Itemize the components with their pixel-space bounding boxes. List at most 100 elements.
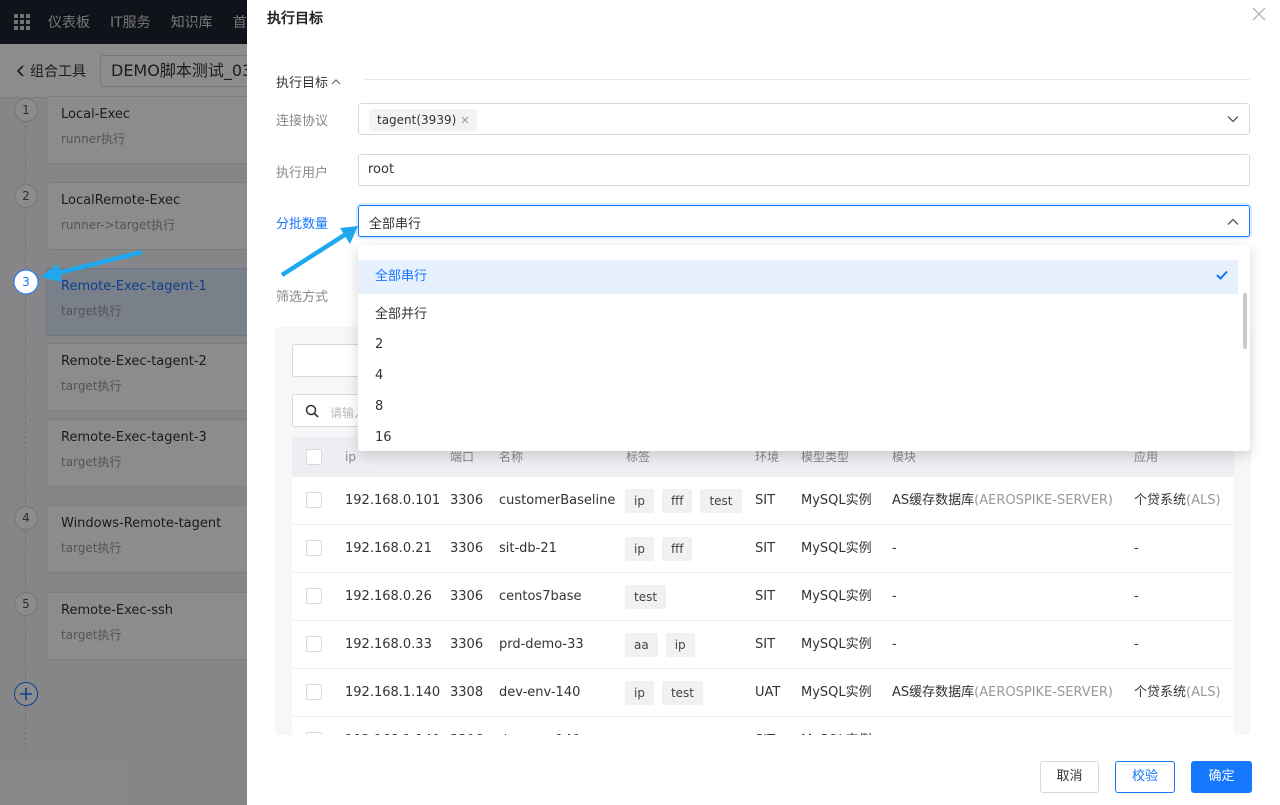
confirm-button[interactable]: 确定: [1191, 761, 1252, 793]
cell-port: 3306: [450, 717, 483, 735]
batch-label: 分批数量: [276, 217, 329, 232]
target-table: ip 端口 名称 标签 环境 模型类型 模块 应用 192.168.0.101 3…: [292, 437, 1234, 735]
protocol-tag: tagent(3939): [369, 109, 478, 131]
cell-name: customerBaseline: [499, 493, 616, 508]
app-name: -: [1134, 541, 1139, 556]
dropdown-option-4[interactable]: 4: [358, 368, 1238, 383]
cell-app: -: [1134, 621, 1139, 669]
section-divider: [365, 79, 1250, 80]
cell-tags: ip fff: [625, 537, 700, 561]
cell-name: dev-env-140: [499, 685, 581, 700]
app-name: 个贷系统: [1134, 493, 1187, 508]
cell-tags: test: [625, 585, 674, 609]
cell-env: SIT: [755, 717, 775, 735]
cell-module: -: [892, 525, 897, 573]
section-title: 执行目标: [276, 76, 329, 91]
tag-chip: ip: [665, 633, 695, 657]
cell-module: AS缓存数据库(AEROSPIKE-SERVER): [892, 669, 1113, 717]
section-header[interactable]: 执行目标: [276, 72, 341, 91]
cell-tags: aa ip: [625, 633, 703, 657]
cell-env: SIT: [755, 637, 776, 652]
filter-select[interactable]: [292, 344, 362, 377]
dropdown-option-serial[interactable]: 全部串行: [358, 260, 1238, 294]
module-code: (AEROSPIKE-SERVER): [974, 685, 1113, 700]
app-name: 个贷系统: [1134, 685, 1187, 700]
dropdown-option-parallel[interactable]: 全部并行: [358, 303, 1238, 322]
app-code: (ALS): [1186, 685, 1221, 700]
table-row[interactable]: 192.168.0.26 3306 centos7base test SIT MySQL实…: [292, 573, 1234, 621]
col-ip[interactable]: ip: [345, 437, 356, 477]
row-checkbox[interactable]: [306, 540, 322, 556]
filter-label: 筛选方式: [276, 290, 329, 305]
row-checkbox[interactable]: [306, 492, 322, 508]
dropdown-option-2[interactable]: 2: [358, 337, 1238, 352]
protocol-tag-label: tagent(3939): [377, 113, 457, 127]
cell-tags: ip fff test: [625, 489, 750, 513]
cell-type: MySQL实例: [801, 717, 872, 735]
cell-type: MySQL实例: [801, 541, 872, 556]
batch-dropdown: 全部串行 全部并行 2 4 8 16: [358, 245, 1250, 451]
tag-remove-icon[interactable]: [461, 116, 469, 124]
cancel-button[interactable]: 取消: [1040, 761, 1099, 793]
cell-type: MySQL实例: [801, 493, 872, 508]
drawer-title: 执行目标: [267, 11, 323, 27]
user-label: 执行用户: [276, 166, 329, 181]
cell-env: SIT: [755, 589, 776, 604]
table-row[interactable]: 192.168.0.101 3306 customerBaseline ip fff te…: [292, 477, 1234, 525]
dropdown-scrollbar[interactable]: [1243, 293, 1247, 349]
cell-port: 3306: [450, 589, 484, 604]
cell-port: 3306: [450, 637, 484, 652]
row-checkbox[interactable]: [306, 588, 322, 604]
cell-type: MySQL实例: [801, 589, 872, 604]
cell-port: 3306: [450, 541, 484, 556]
select-all-checkbox[interactable]: [306, 449, 322, 465]
row-checkbox[interactable]: [306, 732, 322, 735]
cell-port: 3306: [450, 493, 484, 508]
cell-app: 个贷系统(ALS): [1134, 669, 1221, 717]
module-name: -: [892, 637, 897, 652]
user-value: root: [368, 162, 395, 177]
table-row[interactable]: 192.168.1.140 3306 dev-env-140 SIT MySQL实例: [292, 717, 1234, 735]
app-code: (ALS): [1186, 493, 1221, 508]
app-name: -: [1134, 589, 1139, 604]
dropdown-option-16[interactable]: 16: [358, 430, 1238, 445]
search-input[interactable]: 请输入: [292, 394, 362, 427]
app-name: -: [1134, 637, 1139, 652]
tag-chip: ip: [625, 537, 654, 561]
cell-module: AS缓存数据库(AEROSPIKE-SERVER): [892, 477, 1113, 525]
tag-chip: fff: [661, 489, 693, 513]
check-icon: [1216, 270, 1228, 280]
chevron-down-icon: [1227, 116, 1239, 123]
close-icon[interactable]: [1252, 7, 1266, 21]
table-body: 192.168.0.101 3306 customerBaseline ip fff te…: [292, 477, 1234, 735]
cell-ip: 192.168.0.101: [345, 493, 441, 508]
protocol-label: 连接协议: [276, 114, 329, 129]
batch-value: 全部串行: [369, 217, 422, 232]
chevron-up-icon: [331, 78, 341, 84]
cell-ip: 192.168.0.26: [345, 589, 432, 604]
dropdown-option-8[interactable]: 8: [358, 399, 1238, 414]
user-input[interactable]: root: [358, 154, 1250, 186]
batch-select[interactable]: 全部串行: [358, 205, 1250, 237]
cell-ip: 192.168.0.33: [345, 637, 432, 652]
cell-app: 个贷系统(ALS): [1134, 477, 1221, 525]
table-row[interactable]: 192.168.0.33 3306 prd-demo-33 aa ip SIT MySQL实…: [292, 621, 1234, 669]
cell-type: MySQL实例: [801, 637, 872, 652]
tag-chip: test: [661, 681, 703, 705]
row-checkbox[interactable]: [306, 684, 322, 700]
row-checkbox[interactable]: [306, 636, 322, 652]
cell-ip: 192.168.0.21: [345, 541, 432, 556]
tag-chip: fff: [661, 537, 693, 561]
tag-chip: ip: [625, 489, 654, 513]
table-row[interactable]: 192.168.0.21 3306 sit-db-21 ip fff SIT MySQL实例…: [292, 525, 1234, 573]
verify-button[interactable]: 校验: [1115, 761, 1175, 793]
protocol-select[interactable]: tagent(3939): [358, 103, 1250, 135]
cell-app: -: [1134, 525, 1139, 573]
execution-target-drawer: 执行目标 执行目标 连接协议 tagent(3939) 执行用户 root 分批…: [247, 0, 1280, 805]
tag-chip: test: [700, 489, 742, 513]
module-name: -: [892, 541, 897, 556]
module-name: AS缓存数据库: [892, 685, 975, 700]
cell-port: 3308: [450, 685, 484, 700]
cell-tags: ip test: [625, 681, 711, 705]
table-row[interactable]: 192.168.1.140 3308 dev-env-140 ip test UAT MyS…: [292, 669, 1234, 717]
